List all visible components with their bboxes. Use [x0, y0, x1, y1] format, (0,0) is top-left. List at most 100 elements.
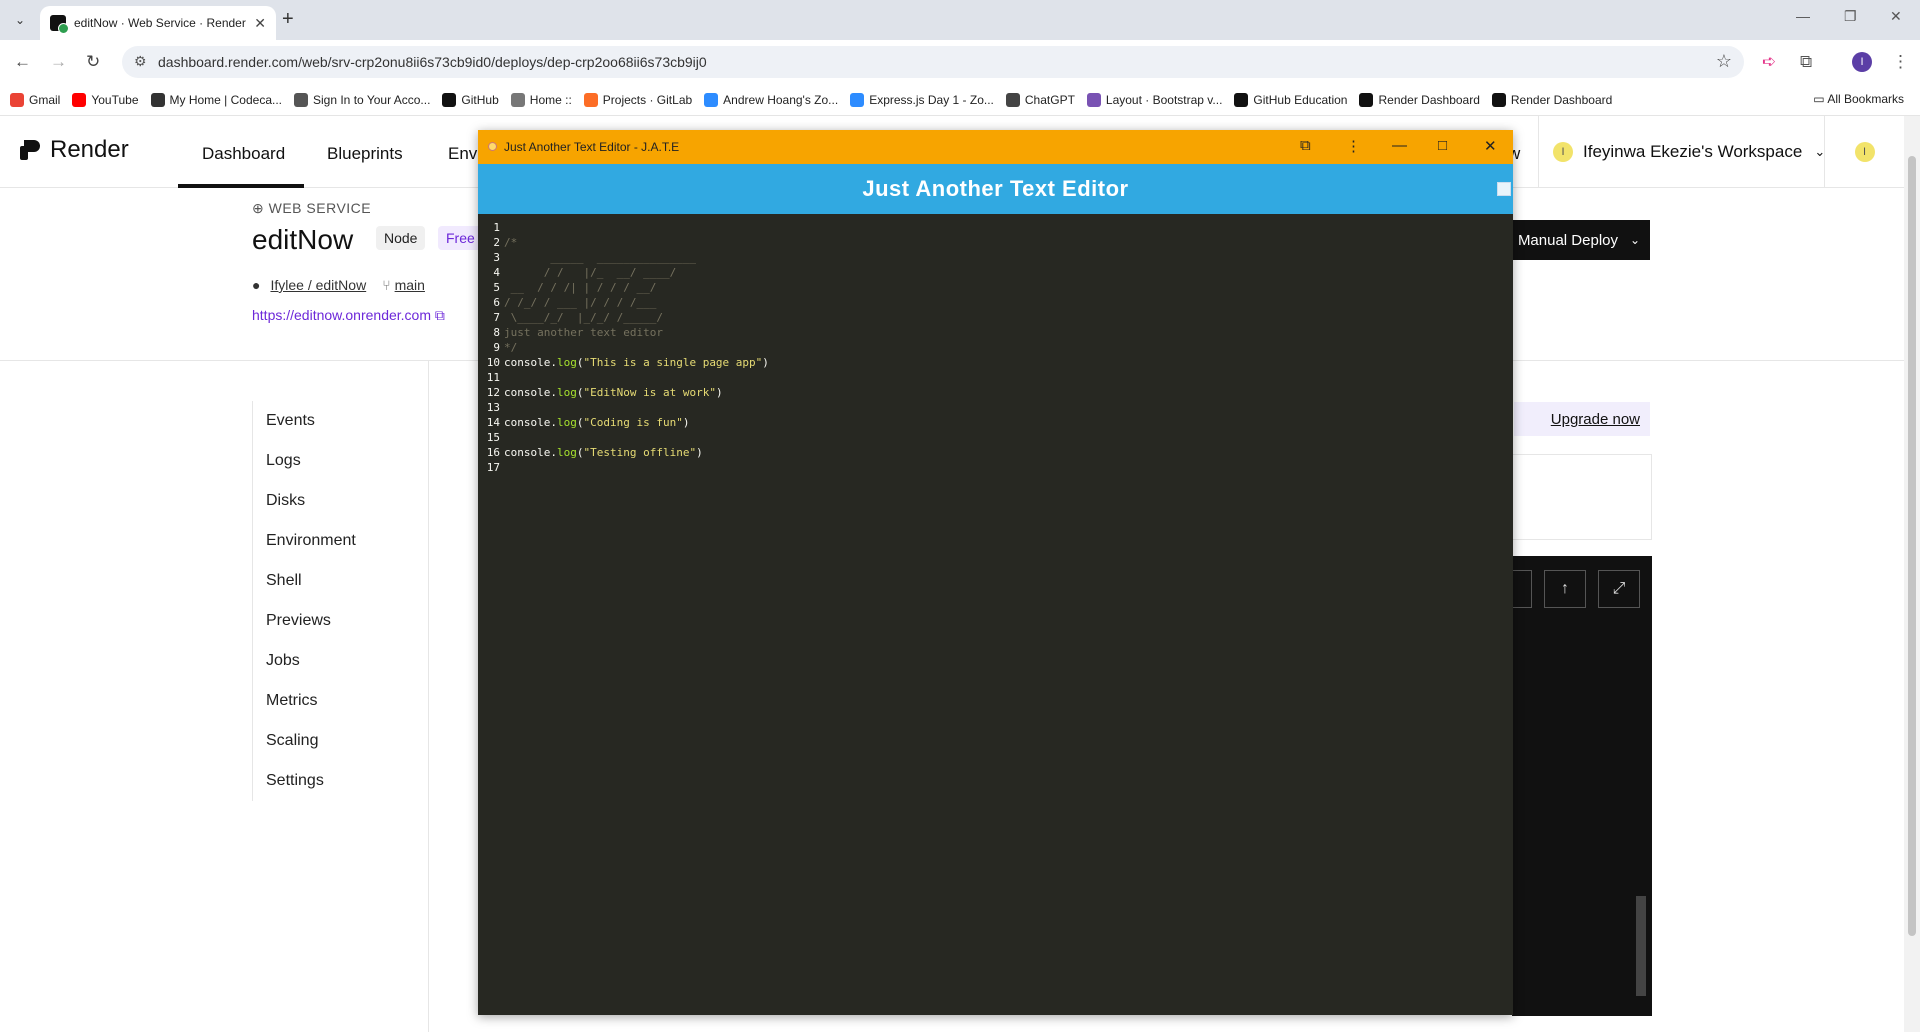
- code-token: ): [682, 416, 690, 429]
- bookmark-item[interactable]: YouTube: [72, 92, 139, 107]
- sidebar-item-events[interactable]: Events: [253, 401, 422, 441]
- back-icon[interactable]: ←: [14, 52, 31, 72]
- restore-icon[interactable]: ❐: [1844, 8, 1857, 25]
- sidebar-item-scaling[interactable]: Scaling: [253, 721, 422, 761]
- bookmark-item[interactable]: Home ::: [510, 92, 572, 107]
- chevron-down-icon: ⌄: [1630, 233, 1641, 247]
- sidebar-item-previews[interactable]: Previews: [253, 601, 422, 641]
- bookmark-label: YouTube: [91, 92, 139, 107]
- bookmark-item[interactable]: My Home | Codeca...: [150, 92, 282, 107]
- address-bar[interactable]: ⚙ dashboard.render.com/web/srv-crp2onu8i…: [122, 46, 1744, 78]
- extension-arrow-icon[interactable]: ➪: [1762, 52, 1776, 72]
- open-in-browser-icon[interactable]: ⧉: [1300, 137, 1311, 154]
- bookmark-favicon-icon: [1491, 92, 1506, 107]
- close-window-icon[interactable]: ✕: [1484, 137, 1497, 155]
- bookmark-item[interactable]: Express.js Day 1 - Zo...: [850, 92, 994, 107]
- bookmark-favicon-icon: [10, 92, 24, 107]
- account-menu[interactable]: I: [1824, 116, 1904, 188]
- sidebar-item-settings[interactable]: Settings: [253, 761, 422, 801]
- minimize-icon[interactable]: —: [1796, 8, 1810, 24]
- bookmark-item[interactable]: Andrew Hoang's Zo...: [704, 92, 838, 107]
- bookmark-label: Gmail: [29, 92, 61, 107]
- close-tab-icon[interactable]: ✕: [254, 15, 266, 32]
- bookmark-item[interactable]: ChatGPT: [1005, 92, 1075, 107]
- repo-link[interactable]: Ifylee / editNow: [270, 277, 366, 293]
- sidebar-item-jobs[interactable]: Jobs: [253, 641, 422, 681]
- site-info-icon[interactable]: ⚙: [134, 53, 147, 70]
- service-url[interactable]: https://editnow.onrender.com ⧉: [252, 307, 445, 324]
- line-number: 16: [486, 446, 500, 459]
- maximize-icon[interactable]: □: [1438, 137, 1447, 154]
- chrome-menu-icon[interactable]: ⋮: [1892, 52, 1909, 72]
- sidebar-item-logs[interactable]: Logs: [253, 441, 422, 481]
- branch-link[interactable]: main: [395, 277, 425, 293]
- nav-env-groups[interactable]: Env: [448, 144, 477, 164]
- bookmark-item[interactable]: GitHub: [442, 92, 499, 107]
- line-number: 7: [493, 311, 500, 324]
- sidebar-item-environment[interactable]: Environment: [253, 521, 422, 561]
- code-line: 8 just another text editor: [478, 325, 1513, 340]
- line-number: 2: [493, 236, 500, 249]
- jate-titlebar: Just Another Text Editor - J.A.T.E ⧉ ⋮ —…: [478, 130, 1513, 164]
- new-tab-icon[interactable]: +: [282, 8, 294, 31]
- branch-icon: ⑂: [382, 277, 391, 293]
- log-panel: ↑ ⤢: [1512, 556, 1652, 1016]
- bookmark-favicon-icon: [1086, 92, 1101, 107]
- bookmark-item[interactable]: Render Dashboard: [1491, 92, 1612, 107]
- all-bookmarks[interactable]: ▭ All Bookmarks: [1813, 92, 1904, 106]
- upgrade-link[interactable]: Upgrade now: [1551, 411, 1640, 428]
- line-number: 9: [493, 341, 500, 354]
- log-scrollbar[interactable]: [1636, 896, 1646, 996]
- install-button-image[interactable]: [1497, 182, 1511, 196]
- bookmark-item[interactable]: GitHub Education: [1234, 92, 1347, 107]
- bookmark-item[interactable]: Gmail: [10, 92, 61, 107]
- code-line: 9 */: [478, 340, 1513, 355]
- tab-search-icon[interactable]: ⌄: [8, 8, 32, 32]
- log-action-icon[interactable]: [1512, 570, 1532, 608]
- bookmark-label: ChatGPT: [1024, 92, 1075, 107]
- sidebar-item-disks[interactable]: Disks: [253, 481, 422, 521]
- manual-deploy-button[interactable]: Manual Deploy ⌄: [1508, 220, 1650, 260]
- nav-blueprints[interactable]: Blueprints: [327, 144, 403, 164]
- line-number: 14: [486, 416, 500, 429]
- nav-dashboard[interactable]: Dashboard: [202, 144, 285, 164]
- repo-info: ● Ifylee / editNow ⑂ main: [252, 277, 425, 293]
- scroll-top-icon[interactable]: ↑: [1544, 570, 1586, 608]
- page-scrollbar[interactable]: [1904, 116, 1920, 1032]
- service-url-text: https://editnow.onrender.com: [252, 307, 431, 323]
- bookmark-item[interactable]: Layout · Bootstrap v...: [1086, 92, 1222, 107]
- bookmark-favicon-icon: [1234, 92, 1249, 107]
- render-logo[interactable]: Render: [20, 136, 129, 164]
- code-token: (: [576, 386, 584, 399]
- bookmark-item[interactable]: Sign In to Your Acco...: [294, 92, 430, 107]
- reload-icon[interactable]: ↻: [86, 52, 100, 72]
- sidebar-item-metrics[interactable]: Metrics: [253, 681, 422, 721]
- active-nav-indicator: [178, 184, 304, 188]
- code-editor[interactable]: 1 2/* 3 _____ _______________ 4 / / |/_ __/…: [478, 214, 1513, 1015]
- browser-tabstrip: ⌄ editNow · Web Service · Render ✕ + — ❐…: [0, 0, 1920, 40]
- profile-avatar[interactable]: I: [1852, 52, 1872, 72]
- app-menu-icon[interactable]: ⋮: [1346, 137, 1361, 155]
- render-logo-icon: [20, 140, 40, 160]
- plan-badge: Free: [438, 226, 483, 250]
- browser-tab[interactable]: editNow · Web Service · Render ✕: [40, 6, 276, 40]
- page-scroll-thumb[interactable]: [1908, 156, 1916, 936]
- bookmark-label: Projects · GitLab: [602, 92, 693, 107]
- sidebar-item-shell[interactable]: Shell: [253, 561, 422, 601]
- expand-icon[interactable]: ⤢: [1598, 570, 1640, 608]
- bookmark-star-icon[interactable]: ☆: [1716, 51, 1732, 72]
- service-sidebar: Events Logs Disks Environment Shell Previews J…: [252, 401, 422, 801]
- bookmark-item[interactable]: Projects · GitLab: [583, 92, 693, 107]
- manual-deploy-label: Manual Deploy: [1517, 231, 1618, 249]
- copy-icon[interactable]: ⧉: [435, 307, 445, 323]
- extensions-puzzle-icon[interactable]: ⧉: [1800, 52, 1812, 72]
- globe-icon: ⊕: [252, 200, 269, 216]
- bookmark-item[interactable]: Render Dashboard: [1359, 92, 1480, 107]
- workspace-switcher[interactable]: I Ifeyinwa Ekezie's Workspace ⌄: [1538, 116, 1825, 188]
- close-window-icon[interactable]: ✕: [1890, 8, 1902, 25]
- minimize-icon[interactable]: —: [1392, 137, 1407, 154]
- bookmark-favicon-icon: [704, 92, 719, 107]
- code-line: 17: [478, 460, 1513, 475]
- bookmarks-bar: Gmail YouTube My Home | Codeca... Sign In t…: [0, 84, 1920, 116]
- forward-icon[interactable]: →: [50, 52, 67, 72]
